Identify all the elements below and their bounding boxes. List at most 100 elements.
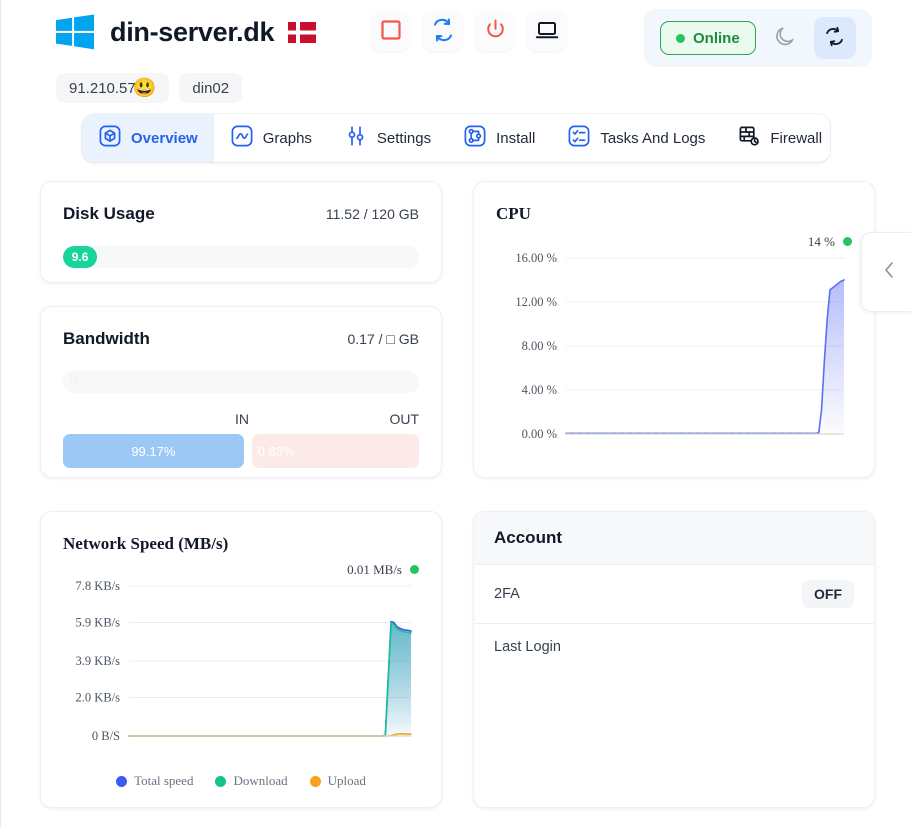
legend-item-total-speed[interactable]: Total speed — [116, 773, 193, 789]
server-action-buttons — [371, 11, 567, 51]
svg-text:4.00 %: 4.00 % — [522, 383, 557, 397]
monitor-icon — [535, 18, 559, 45]
network-status-dot-icon — [410, 565, 419, 574]
dark-mode-toggle[interactable] — [772, 25, 798, 51]
tab-bar: Overview Graphs Settings Install Tasks A… — [82, 114, 830, 162]
tab-graphs[interactable]: Graphs — [214, 114, 328, 162]
legend-label-download: Download — [233, 773, 288, 788]
bandwidth-out-value: 0.83% — [257, 443, 295, 459]
network-speed-card: Network Speed (MB/s) 0.01 MB/s 0 B/S 2.0 … — [40, 511, 442, 808]
svg-text:2.0 KB/s: 2.0 KB/s — [76, 691, 121, 705]
legend-label-total-speed: Total speed — [134, 773, 194, 788]
page-title: din-server.dk — [110, 16, 275, 47]
chip-hostname-label: din02 — [192, 79, 230, 97]
smiley-icon: 😃 — [132, 77, 157, 99]
bandwidth-title: Bandwidth — [63, 329, 150, 348]
checklist-icon — [567, 124, 591, 152]
windows-logo-icon — [54, 12, 96, 52]
tab-firewall-label: Firewall — [770, 129, 823, 147]
legend-item-download[interactable]: Download — [215, 773, 288, 789]
chip-hostname[interactable]: din02 — [179, 73, 243, 103]
cpu-current-value: 14 % — [807, 234, 835, 249]
sliders-icon — [344, 124, 368, 152]
tab-overview-label: Overview — [131, 129, 198, 147]
side-panel-toggle[interactable] — [861, 232, 911, 312]
svg-text:16.00 %: 16.00 % — [515, 251, 557, 265]
tab-overview[interactable]: Overview — [82, 114, 214, 162]
tab-graphs-label: Graphs — [262, 129, 312, 147]
firewall-icon — [737, 124, 761, 152]
account-last-login-label: Last Login — [494, 639, 561, 655]
brand: din-server.dk — [54, 12, 317, 52]
account-card: Account 2FA OFF Last Login — [473, 511, 875, 808]
tab-install-label: Install — [496, 129, 536, 147]
network-current-value: 0.01 MB/s — [347, 562, 402, 577]
tab-install[interactable]: Install — [447, 114, 551, 162]
svg-text:7.8 KB/s: 7.8 KB/s — [76, 579, 121, 593]
restart-button[interactable] — [423, 11, 463, 51]
disk-usage-value: 11.52 / 120 GB — [325, 206, 419, 222]
legend-item-upload[interactable]: Upload — [309, 773, 366, 789]
network-speed-title: Network Speed (MB/s) — [63, 534, 229, 553]
account-2fa-toggle[interactable]: OFF — [802, 580, 854, 608]
svg-text:0 B/S: 0 B/S — [92, 729, 120, 743]
bandwidth-bar-label: 0 — [70, 375, 77, 389]
bandwidth-bar: 0 — [63, 371, 419, 393]
console-button[interactable] — [527, 11, 567, 51]
account-title: Account — [494, 528, 562, 547]
network-current-value-row: 0.01 MB/s — [63, 562, 419, 578]
cpu-chart-title: CPU — [496, 204, 531, 223]
power-button[interactable] — [475, 11, 515, 51]
account-2fa-label: 2FA — [494, 586, 520, 602]
stop-button[interactable] — [371, 11, 411, 51]
server-chips: 91.210.57 😃 din02 — [56, 73, 243, 103]
bandwidth-in-value: 99.17% — [131, 443, 176, 459]
status-badge[interactable]: Online — [660, 21, 756, 55]
bandwidth-in-bar: 99.17% — [63, 434, 244, 468]
disk-usage-bar: 9.6 — [63, 246, 419, 268]
legend-label-upload: Upload — [327, 773, 366, 788]
svg-text:3.9 KB/s: 3.9 KB/s — [76, 654, 121, 668]
cpu-current-value-row: 14 % — [496, 234, 852, 250]
tab-tasks-and-logs-label: Tasks And Logs — [600, 129, 706, 147]
status-panel: Online — [644, 9, 872, 67]
disk-usage-title: Disk Usage — [63, 204, 155, 223]
svg-text:0.00 %: 0.00 % — [522, 427, 557, 441]
svg-text:8.00 %: 8.00 % — [522, 339, 557, 353]
chevron-left-icon — [881, 260, 897, 285]
disk-usage-card: Disk Usage 11.52 / 120 GB 9.6 — [40, 181, 442, 283]
chip-ip-address[interactable]: 91.210.57 😃 — [56, 73, 170, 103]
bandwidth-out-label: OUT — [389, 411, 419, 427]
account-row-2fa: 2FA OFF — [474, 565, 874, 624]
cpu-status-dot-icon — [843, 237, 852, 246]
restart-icon — [431, 18, 455, 45]
account-row-last-login: Last Login — [474, 624, 874, 670]
tab-settings[interactable]: Settings — [328, 114, 447, 162]
svg-text:5.9 KB/s: 5.9 KB/s — [76, 616, 121, 630]
cpu-chart-plot: 0.00 % 4.00 % 8.00 % 12.00 % 16.00 % — [515, 251, 845, 441]
svg-text:12.00 %: 12.00 % — [515, 295, 557, 309]
disk-usage-bar-fill: 9.6 — [63, 246, 98, 268]
bandwidth-in-label: IN — [235, 411, 249, 427]
network-speed-legend: Total speed Download Upload — [63, 773, 419, 789]
denmark-flag-icon — [288, 21, 317, 43]
wave-icon — [230, 124, 254, 152]
chip-ip-label: 91.210.57 — [69, 79, 136, 97]
account-card-header: Account — [474, 512, 874, 565]
bandwidth-io-labels: IN OUT — [63, 411, 419, 427]
legend-dot-upload — [309, 775, 321, 787]
tab-firewall[interactable]: Firewall — [721, 114, 830, 162]
moon-icon — [773, 25, 796, 51]
refresh-button[interactable] — [813, 17, 856, 59]
legend-dot-download — [215, 775, 227, 787]
app-header: din-server.dk Online — [0, 0, 911, 68]
tab-tasks-and-logs[interactable]: Tasks And Logs — [551, 114, 721, 162]
cube-icon — [98, 124, 122, 152]
sync-icon — [824, 26, 845, 50]
page-left-edge — [0, 0, 1, 827]
network-speed-plot: 0 B/S 2.0 KB/s 3.9 KB/s 5.9 KB/s 7.8 KB/s — [76, 579, 412, 743]
nodes-icon — [463, 124, 487, 152]
power-icon — [484, 18, 507, 44]
bandwidth-value: 0.17 / □ GB — [347, 331, 420, 347]
tab-settings-label: Settings — [376, 129, 432, 147]
